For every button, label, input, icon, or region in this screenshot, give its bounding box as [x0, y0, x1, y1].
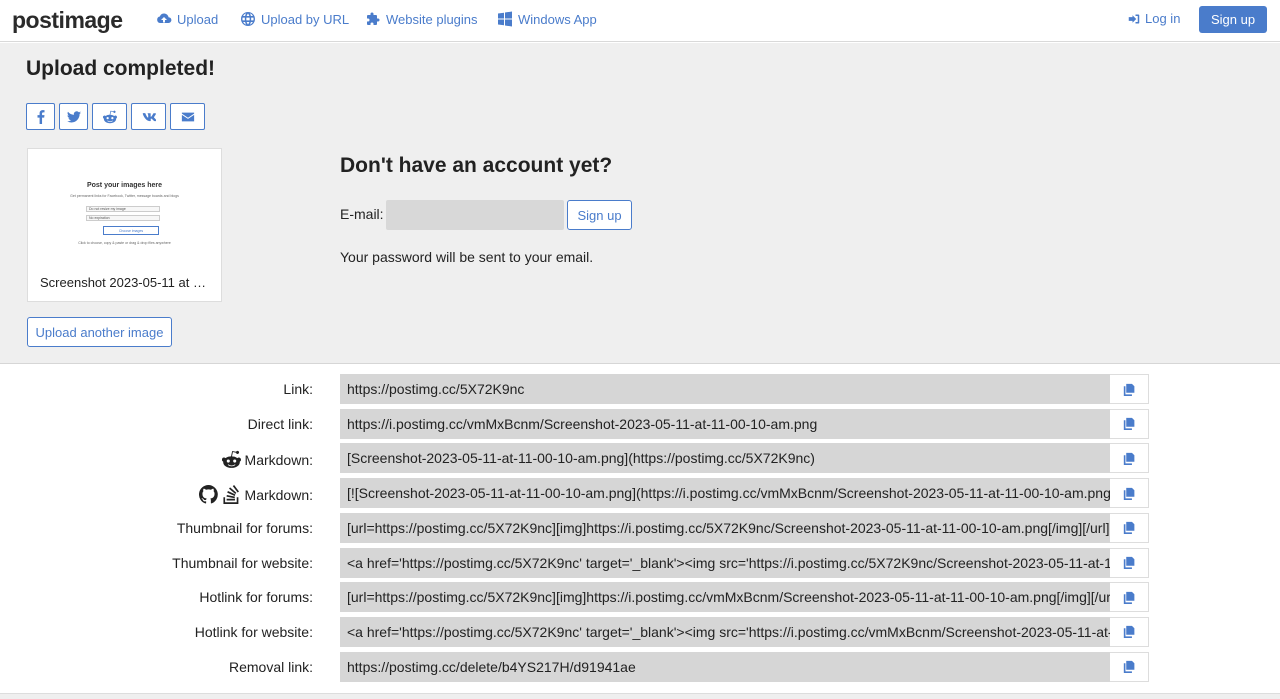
nav-upload-by-url-label: Upload by URL — [261, 11, 350, 27]
nav-upload-by-url-link[interactable]: Upload by URL — [240, 11, 349, 27]
thumbnail-preview-field: Do not resize my image — [86, 206, 160, 212]
link-label: Link: — [283, 381, 313, 397]
link-label: Hotlink for website: — [194, 623, 313, 640]
top-navbar: postimage Upload Upload by URL Website p… — [0, 0, 1280, 42]
copy-button[interactable] — [1110, 478, 1149, 509]
postimage-logo[interactable]: postimage — [12, 7, 123, 34]
copy-icon — [1123, 452, 1134, 465]
link-field[interactable]: [url=https://postimg.cc/5X72K9nc][img]ht… — [340, 512, 1110, 543]
nav-upload-label: Upload — [177, 11, 219, 27]
copy-icon — [1123, 487, 1134, 500]
nav-windows-app-label: Windows App — [518, 11, 597, 27]
link-label: Markdown: — [221, 450, 313, 469]
login-icon — [1128, 14, 1140, 23]
thumbnail-preview-hint: Click to choose, copy & paste or drag & … — [78, 241, 171, 245]
copy-icon — [1123, 556, 1134, 569]
share-reddit-button[interactable] — [92, 103, 127, 130]
link-field[interactable]: [url=https://postimg.cc/5X72K9nc][img]ht… — [340, 582, 1110, 613]
thumbnail-preview-title: Post your images here — [86, 182, 163, 189]
link-row: Hotlink for forums: [url=https://postimg… — [0, 582, 1280, 613]
nav-upload-link[interactable]: Upload — [156, 11, 218, 27]
stackoverflow-icon — [222, 485, 239, 505]
link-label: Removal link: — [228, 658, 313, 675]
copy-icon — [1123, 660, 1134, 674]
email-field[interactable] — [386, 200, 564, 230]
nav-signup-button[interactable]: Sign up — [1199, 6, 1267, 33]
share-vk-button[interactable] — [131, 103, 166, 130]
uploaded-image-thumbnail[interactable]: Post your images here Get permanent link… — [28, 149, 221, 267]
nav-windows-app-link[interactable]: Windows App — [497, 11, 597, 27]
account-heading: Don't have an account yet? — [340, 154, 613, 177]
footer-divider — [0, 693, 1280, 699]
thumbnail-preview-button: Choose images — [103, 226, 159, 235]
link-label: Thumbnail for forums: — [176, 519, 313, 536]
copy-button[interactable] — [1110, 547, 1149, 578]
nav-login-link[interactable]: Log in — [1128, 11, 1180, 26]
link-label: Hotlink for forums: — [199, 589, 313, 606]
link-label: Markdown: — [198, 485, 313, 505]
reddit-icon — [221, 451, 241, 469]
copy-button[interactable] — [1110, 408, 1149, 439]
link-row: Thumbnail for forums: [url=https://posti… — [0, 512, 1280, 543]
link-field[interactable]: https://i.postimg.cc/vmMxBcnm/Screenshot… — [340, 408, 1110, 439]
link-field[interactable]: <a href='https://postimg.cc/5X72K9nc' ta… — [340, 616, 1110, 647]
nav-login-label: Log in — [1145, 11, 1181, 26]
link-row: Direct link: https://i.postimg.cc/vmMxBc… — [0, 408, 1280, 439]
nav-website-plugins-link[interactable]: Website plugins — [365, 11, 478, 27]
thumbnail-preview-subtitle: Get permanent links for Facebook, Twitte… — [70, 194, 179, 198]
link-row: Link: https://postimg.cc/5X72K9nc — [0, 374, 1280, 404]
reddit-icon — [102, 110, 117, 123]
copy-icon — [1123, 383, 1134, 396]
uploaded-image-caption: Screenshot 2023-05-11 at 11.00.10 AM — [40, 275, 221, 290]
copy-button[interactable] — [1110, 512, 1149, 543]
copy-icon — [1123, 626, 1134, 639]
copy-icon — [1123, 522, 1134, 535]
puzzle-icon — [367, 12, 380, 25]
share-twitter-button[interactable] — [59, 103, 88, 130]
cloud-upload-icon — [157, 13, 172, 23]
link-label: Direct link: — [247, 415, 313, 432]
uploaded-image-card[interactable]: Post your images here Get permanent link… — [27, 148, 222, 302]
copy-button[interactable] — [1110, 651, 1149, 682]
globe-icon — [241, 12, 255, 26]
github-icon — [198, 485, 218, 504]
envelope-icon — [181, 112, 194, 121]
copy-button[interactable] — [1110, 443, 1149, 474]
link-row: Markdown: [Screenshot-2023-05-11-at-11-0… — [0, 443, 1280, 474]
link-field[interactable]: https://postimg.cc/5X72K9nc — [340, 374, 1110, 404]
link-field[interactable]: [Screenshot-2023-05-11-at-11-00-10-am.pn… — [340, 443, 1110, 474]
facebook-icon — [37, 109, 44, 124]
link-field[interactable]: https://postimg.cc/delete/b4YS217H/d9194… — [340, 651, 1110, 682]
copy-icon — [1123, 418, 1134, 431]
upload-another-button[interactable]: Upload another image — [27, 317, 172, 347]
copy-icon — [1123, 591, 1134, 604]
twitter-icon — [66, 110, 81, 123]
password-note: Your password will be sent to your email… — [340, 249, 594, 265]
link-row: Removal link: https://postimg.cc/delete/… — [0, 651, 1280, 682]
link-row: Markdown: [![Screenshot-2023-05-11-at-11… — [0, 478, 1280, 509]
thumbnail-preview-field: No expiration — [86, 215, 160, 221]
link-field[interactable]: <a href='https://postimg.cc/5X72K9nc' ta… — [340, 547, 1110, 578]
signup-button[interactable]: Sign up — [567, 200, 632, 230]
upload-result-section: Upload completed! Post your images here … — [0, 43, 1280, 364]
vk-icon — [142, 112, 156, 121]
nav-website-plugins-label: Website plugins — [386, 11, 478, 27]
link-row: Hotlink for website: <a href='https://po… — [0, 616, 1280, 647]
link-field[interactable]: [![Screenshot-2023-05-11-at-11-00-10-am.… — [340, 478, 1110, 509]
email-label: E-mail: — [340, 206, 384, 222]
windows-icon — [498, 11, 512, 27]
share-email-button[interactable] — [170, 103, 205, 130]
copy-button[interactable] — [1110, 374, 1149, 404]
link-row: Thumbnail for website: <a href='https://… — [0, 547, 1280, 578]
link-label: Thumbnail for website: — [172, 554, 313, 571]
copy-button[interactable] — [1110, 582, 1149, 613]
share-buttons — [26, 103, 205, 130]
share-facebook-button[interactable] — [26, 103, 55, 130]
page-title: Upload completed! — [26, 57, 216, 80]
copy-button[interactable] — [1110, 616, 1149, 647]
